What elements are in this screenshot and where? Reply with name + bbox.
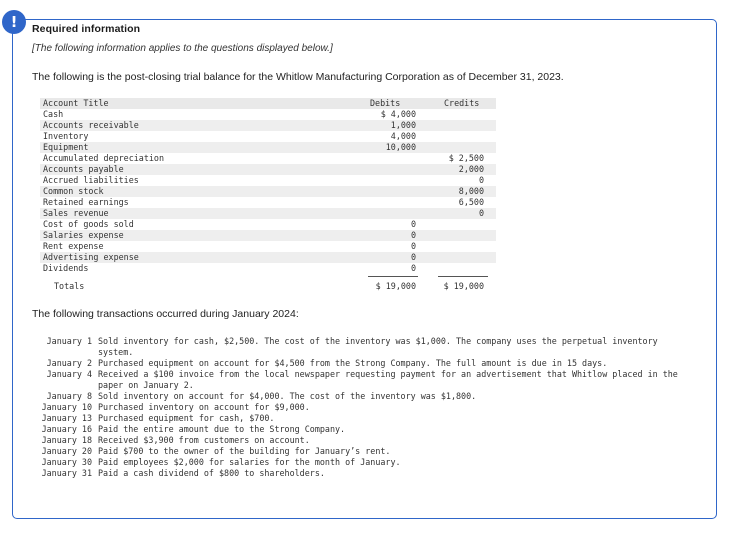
transaction-item: January 1 Sold inventory for cash, $2,500… [34, 336, 694, 358]
debit-cell: 0 [410, 263, 416, 273]
trial-balance-row: Salaries expense 0 [40, 230, 496, 241]
section-heading: Required information [32, 23, 141, 35]
debit-cell: 0 [410, 219, 416, 229]
account-title-cell: Accumulated depreciation [43, 153, 165, 163]
transaction-description: Sold inventory on account for $4,000. Th… [98, 391, 477, 401]
transaction-date: January 18 [41, 435, 92, 445]
transaction-date: January 1 [46, 336, 92, 346]
debit-total: $ 19,000 [375, 281, 416, 291]
trial-balance-row: Retained earnings 6,500 [40, 197, 496, 208]
credit-cell: 0 [478, 175, 484, 185]
totals-row: Totals $ 19,000 $ 19,000 [40, 276, 496, 292]
credit-total-rule [438, 276, 488, 277]
trial-balance-row: Accrued liabilities 0 [40, 175, 496, 186]
account-title-cell: Salaries expense [43, 230, 124, 240]
account-title-cell: Accounts payable [43, 164, 124, 174]
account-title-cell: Cost of goods sold [43, 219, 134, 229]
account-title-cell: Dividends [43, 263, 89, 273]
transaction-date: January 31 [41, 468, 92, 478]
trial-balance-row: Advertising expense 0 [40, 252, 496, 263]
account-title-header: Account Title [43, 98, 109, 108]
credit-total: $ 19,000 [443, 281, 484, 291]
transaction-date: January 8 [46, 391, 92, 401]
transaction-date: January 13 [41, 413, 92, 423]
applies-note: [The following information applies to th… [32, 43, 333, 54]
totals-label: Totals [54, 281, 85, 291]
trial-balance-row: Common stock 8,000 [40, 186, 496, 197]
transaction-description: Received $3,900 from customers on accoun… [98, 435, 310, 445]
transaction-description: Purchased equipment for cash, $700. [98, 413, 275, 423]
transaction-item: January 13 Purchased equipment for cash, … [34, 413, 694, 424]
transaction-item: January 10 Purchased inventory on account… [34, 402, 694, 413]
transactions-list: January 1 Sold inventory for cash, $2,500… [34, 336, 694, 479]
transaction-description: Received a $100 invoice from the local n… [98, 369, 678, 390]
credit-cell: $ 2,500 [448, 153, 484, 163]
account-title-cell: Sales revenue [43, 208, 109, 218]
transaction-description: Paid a cash dividend of $800 to sharehol… [98, 468, 325, 478]
debit-cell: 0 [410, 252, 416, 262]
trial-balance-row: Accumulated depreciation $ 2,500 [40, 153, 496, 164]
alert-icon: ! [2, 10, 26, 34]
trial-balance-table: Account Title Debits Credits Cash $ 4,000… [40, 98, 496, 292]
trial-balance-header-row: Account Title Debits Credits [40, 98, 496, 109]
credit-cell: 0 [478, 208, 484, 218]
trial-balance-row: Accounts payable 2,000 [40, 164, 496, 175]
transaction-item: January 20 Paid $700 to the owner of the … [34, 446, 694, 457]
account-title-cell: Inventory [43, 131, 89, 141]
transaction-description: Paid employees $2,000 for salaries for t… [98, 457, 401, 467]
transaction-item: January 18 Received $3,900 from customers… [34, 435, 694, 446]
debit-cell: 0 [410, 230, 416, 240]
transaction-description: Purchased equipment on account for $4,50… [98, 358, 608, 368]
transaction-description: Sold inventory for cash, $2,500. The cos… [98, 336, 658, 357]
trial-balance-row: Accounts receivable 1,000 [40, 120, 496, 131]
credit-cell: 6,500 [458, 197, 484, 207]
transaction-description: Paid $700 to the owner of the building f… [98, 446, 391, 456]
trial-balance-row: Rent expense 0 [40, 241, 496, 252]
credit-cell: 2,000 [458, 164, 484, 174]
debit-total-rule [368, 276, 418, 277]
debits-header: Debits [370, 98, 401, 108]
account-title-cell: Equipment [43, 142, 89, 152]
transaction-date: January 10 [41, 402, 92, 412]
account-title-cell: Accrued liabilities [43, 175, 139, 185]
trial-balance-row: Sales revenue 0 [40, 208, 496, 219]
transaction-date: January 4 [46, 369, 92, 379]
credit-cell: 8,000 [458, 186, 484, 196]
trial-balance-row: Cash $ 4,000 [40, 109, 496, 120]
transaction-description: Paid the entire amount due to the Strong… [98, 424, 346, 434]
transaction-item: January 4 Received a $100 invoice from th… [34, 369, 694, 391]
transaction-item: January 16 Paid the entire amount due to … [34, 424, 694, 435]
account-title-cell: Advertising expense [43, 252, 139, 262]
account-title-cell: Common stock [43, 186, 104, 196]
trial-balance-row: Equipment 10,000 [40, 142, 496, 153]
transaction-date: January 20 [41, 446, 92, 456]
trial-balance-row: Inventory 4,000 [40, 131, 496, 142]
trial-balance-row: Cost of goods sold 0 [40, 219, 496, 230]
account-title-cell: Retained earnings [43, 197, 129, 207]
transaction-date: January 16 [41, 424, 92, 434]
debit-cell: $ 4,000 [380, 109, 416, 119]
transaction-item: January 2 Purchased equipment on account … [34, 358, 694, 369]
credits-header: Credits [444, 98, 480, 108]
debit-cell: 1,000 [390, 120, 416, 130]
transaction-item: January 31 Paid a cash dividend of $800 t… [34, 468, 694, 479]
account-title-cell: Rent expense [43, 241, 104, 251]
transaction-date: January 2 [46, 358, 92, 368]
transactions-intro: The following transactions occurred duri… [32, 308, 299, 320]
account-title-cell: Accounts receivable [43, 120, 139, 130]
transaction-description: Purchased inventory on account for $9,00… [98, 402, 310, 412]
trial-balance-intro: The following is the post-closing trial … [32, 71, 564, 83]
trial-balance-row: Dividends 0 [40, 263, 496, 274]
debit-cell: 0 [410, 241, 416, 251]
transaction-item: January 30 Paid employees $2,000 for sala… [34, 457, 694, 468]
debit-cell: 4,000 [390, 131, 416, 141]
debit-cell: 10,000 [385, 142, 416, 152]
transaction-item: January 8 Sold inventory on account for $… [34, 391, 694, 402]
transaction-date: January 30 [41, 457, 92, 467]
account-title-cell: Cash [43, 109, 64, 119]
